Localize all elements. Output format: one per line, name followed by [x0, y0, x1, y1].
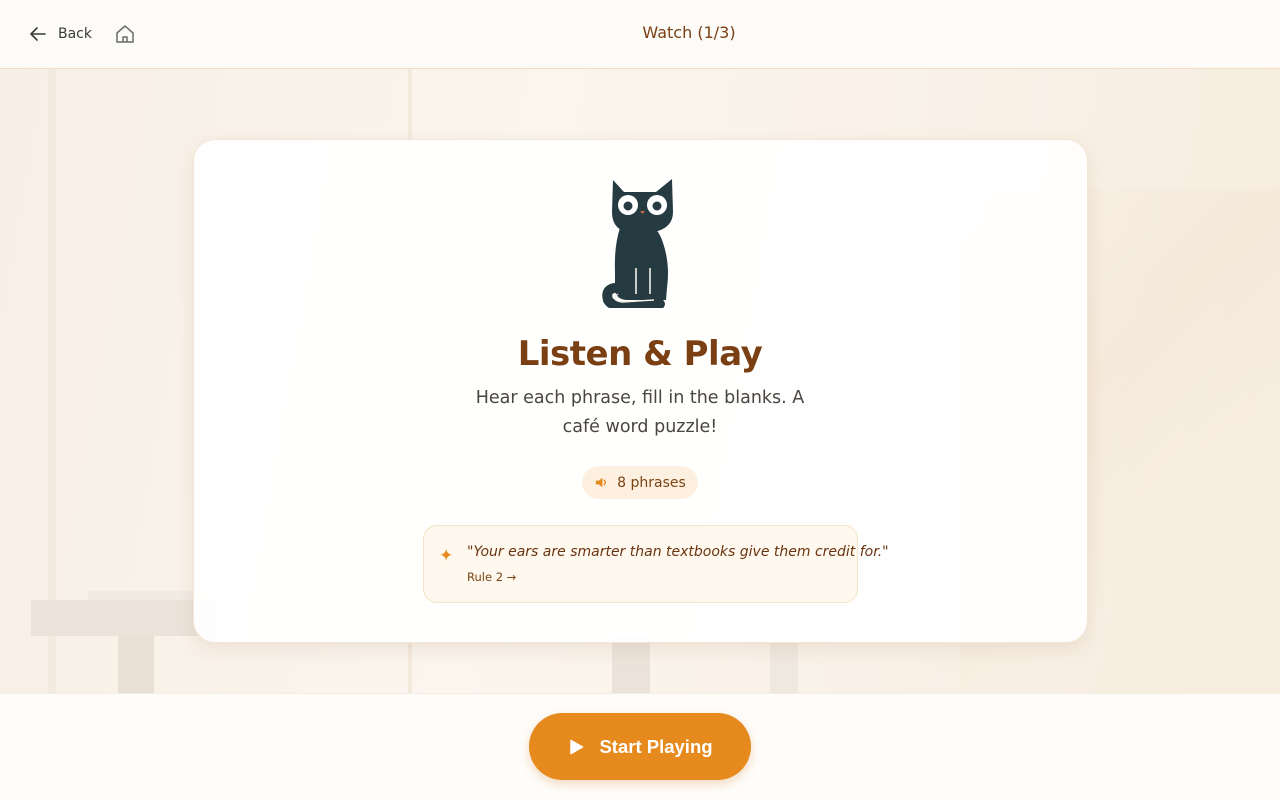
cat-mascot-icon	[602, 179, 673, 308]
page-title: Watch (1/3)	[0, 23, 1280, 42]
phrase-count-label: 8 phrases	[617, 474, 686, 491]
rule-quote: "Your ears are smarter than textbooks gi…	[467, 544, 889, 560]
page-title-text: Watch (1/3)	[642, 23, 736, 42]
play-icon	[570, 739, 584, 754]
background-table-leg	[770, 636, 798, 693]
top-bar: Back Watch (1/3)	[0, 0, 1280, 69]
card-title: Listen & Play	[517, 334, 763, 374]
rule-link[interactable]: Rule 2 →	[467, 570, 516, 584]
start-playing-button[interactable]: Start Playing	[529, 713, 751, 780]
background-table	[31, 600, 211, 636]
speaker-icon	[596, 477, 607, 488]
card-description: Hear each phrase, fill in the blanks. A …	[475, 388, 805, 437]
background-table-leg	[118, 636, 154, 693]
background-table-leg	[612, 636, 650, 693]
rule-quote-box	[423, 525, 858, 603]
start-playing-label: Start Playing	[599, 735, 713, 757]
phrase-count-badge: 8 phrases	[582, 466, 698, 499]
sparkle-icon: ✦	[439, 546, 454, 566]
